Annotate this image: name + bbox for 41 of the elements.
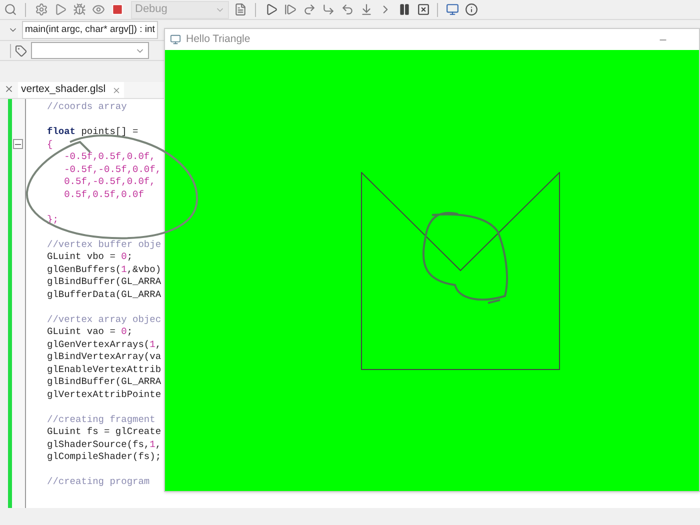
close-icon[interactable]: [112, 86, 121, 94]
code-line: -0.5f,-0.5f,0.0f,: [63, 164, 162, 174]
dropdown-field[interactable]: [31, 42, 149, 59]
bug-icon[interactable]: [71, 2, 87, 18]
function-selector[interactable]: main(int argc, char* argv[]) : int: [22, 21, 158, 39]
code-line: glShaderSource(fs,1,: [47, 438, 162, 450]
window-icon[interactable]: [444, 2, 460, 18]
code-line: {: [47, 138, 53, 150]
code-line: float points[] =: [47, 126, 138, 137]
stop-icon[interactable]: [415, 2, 431, 18]
stop-icon[interactable]: [109, 2, 125, 18]
code-line: glEnableVertexAttrib: [47, 364, 162, 374]
code-line: glCompileShader(fs);: [47, 451, 162, 462]
window-icon: [170, 34, 181, 45]
fold-marker-icon[interactable]: [13, 139, 23, 149]
search-icon[interactable]: [2, 2, 18, 18]
code-line: GLuint vao = 0;: [47, 326, 133, 337]
code-line: 0.5f,-0.5f,0.0f,: [63, 176, 156, 187]
step-icon[interactable]: [282, 2, 298, 18]
code-line: glGenVertexArrays(1,: [47, 338, 162, 350]
code-line: //vertex array objec: [47, 314, 162, 324]
code-line: 0.5f,0.5f,0.0f: [63, 188, 144, 200]
window-title: Hello Triangle: [186, 32, 250, 47]
code-line: //creating fragment: [47, 414, 156, 424]
code-line: glVertexAttribPointe: [47, 388, 162, 400]
code-line: -0.5f,0.5f,0.0f,: [63, 151, 156, 162]
editor-tab[interactable]: vertex_shader.glsl: [18, 82, 124, 98]
code-line: //vertex buffer obje: [47, 238, 162, 250]
info-icon[interactable]: [463, 2, 479, 18]
settings-icon[interactable]: [33, 2, 49, 18]
close-icon[interactable]: [4, 84, 14, 94]
code-line: //creating program: [47, 476, 150, 487]
code-line: glGenBuffers(1,&vbo): [47, 264, 162, 274]
code-line: glBufferData(GL_ARRA: [47, 288, 162, 300]
code-line: GLuint fs = glCreate: [47, 426, 162, 437]
code-line: glBindBuffer(GL_ARRA: [47, 276, 162, 287]
code-line: glBindBuffer(GL_ARRA: [47, 376, 162, 387]
code-line: GLuint vbo = 0;: [47, 251, 133, 262]
code-line: //coords array: [47, 101, 127, 112]
tag-icon[interactable]: [15, 44, 27, 56]
code-line: glBindVertexArray(va: [47, 351, 162, 362]
